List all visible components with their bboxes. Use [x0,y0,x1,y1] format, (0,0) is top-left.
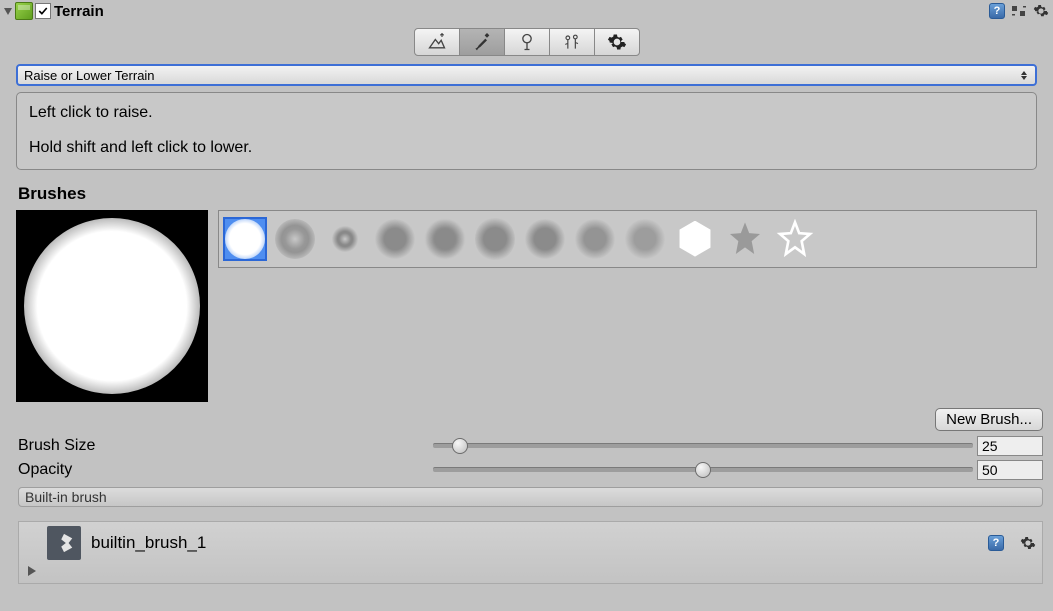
mountain-up-icon [427,32,447,52]
dropdown-value: Raise or Lower Terrain [24,68,155,83]
tool-raise-lower[interactable] [414,28,460,56]
brush-swatch-star-filled[interactable] [723,217,767,261]
opacity-input[interactable] [977,460,1043,480]
unity-logo-icon [47,526,81,560]
brush-swatch-scatter-6[interactable] [623,217,667,261]
brush-icon [472,32,492,52]
chevron-updown-icon [1019,71,1029,80]
tool-settings[interactable] [594,28,640,56]
param-brush-size: Brush Size [18,435,1043,457]
check-icon [37,5,49,17]
tool-details[interactable] [549,28,595,56]
brush-swatch-scatter-5[interactable] [573,217,617,261]
param-opacity: Opacity [18,459,1043,481]
new-brush-button[interactable]: New Brush... [935,408,1043,431]
component-header: Terrain ? [0,0,1053,22]
help-line-1: Left click to raise. [29,103,1024,124]
gear-icon[interactable] [1020,535,1036,551]
help-text-box: Left click to raise. Hold shift and left… [16,92,1037,170]
tool-paint[interactable] [459,28,505,56]
tree-icon [517,32,537,52]
asset-name: builtin_brush_1 [91,533,206,553]
help-line-2: Hold shift and left click to lower. [29,138,1024,159]
brush-swatch-star-outline[interactable] [773,217,817,261]
terrain-icon [15,2,33,20]
brush-swatch-hexagon[interactable] [673,217,717,261]
opacity-slider[interactable] [433,460,973,480]
brush-preview-image [24,218,200,394]
brush-preview [16,210,208,402]
opacity-label: Opacity [18,461,433,479]
brush-swatch-ring-large[interactable] [273,217,317,261]
brush-swatch-scatter-3[interactable] [473,217,517,261]
paint-mode-dropdown[interactable]: Raise or Lower Terrain [16,64,1037,86]
brush-swatch-scatter-2[interactable] [423,217,467,261]
brush-swatch-ring-small[interactable] [323,217,367,261]
builtin-brush-label: Built-in brush [25,489,107,505]
help-icon[interactable]: ? [988,535,1004,551]
brushes-heading: Brushes [18,184,1053,204]
expand-toggle[interactable] [28,564,1036,579]
brush-swatch-scatter-4[interactable] [523,217,567,261]
brush-size-input[interactable] [977,436,1043,456]
enable-checkbox[interactable] [35,3,51,19]
brush-size-slider[interactable] [433,436,973,456]
asset-row: builtin_brush_1 ? [18,521,1043,584]
brush-palette [218,210,1037,268]
gear-icon [607,32,627,52]
help-icon[interactable]: ? [989,3,1005,19]
gear-icon[interactable] [1033,3,1049,19]
builtin-brush-header[interactable]: Built-in brush [18,487,1043,507]
flowers-icon [562,32,582,52]
tool-trees[interactable] [504,28,550,56]
brush-swatch-soft-round[interactable] [223,217,267,261]
preset-icon[interactable] [1011,3,1027,19]
brushes-row [16,210,1037,402]
terrain-toolbar [0,22,1053,64]
brush-swatch-scatter-1[interactable] [373,217,417,261]
component-title: Terrain [54,3,104,20]
foldout-toggle[interactable] [4,8,12,15]
brush-size-label: Brush Size [18,437,433,455]
